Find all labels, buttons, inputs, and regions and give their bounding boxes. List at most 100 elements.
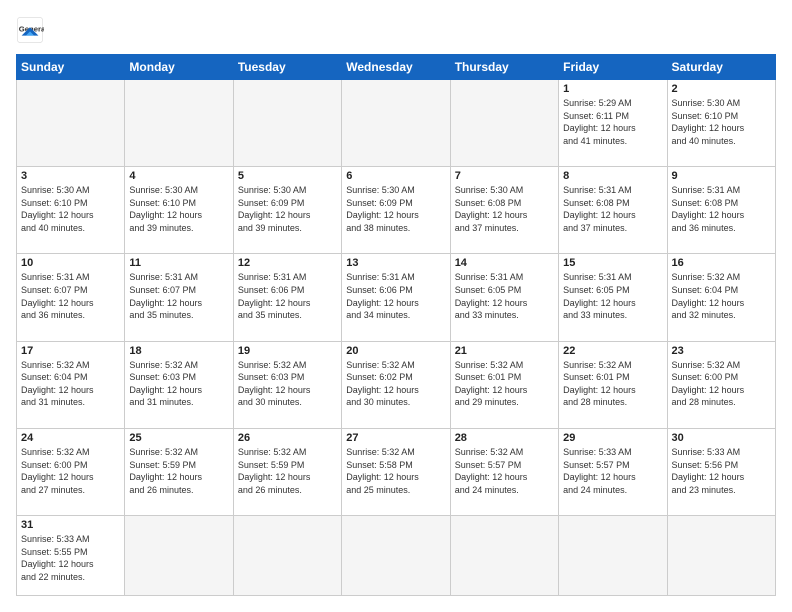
day-number: 15 (563, 257, 662, 269)
day-cell-1: 1Sunrise: 5:29 AM Sunset: 6:11 PM Daylig… (559, 80, 667, 167)
day-cell-15: 15 Sunrise: 5:31 AM Sunset: 6:05 PM Dayli… (559, 254, 667, 341)
day-cell-22: 22 Sunrise: 5:32 AM Sunset: 6:01 PM Dayli… (559, 341, 667, 428)
empty-cell (342, 516, 450, 596)
day-cell-9: 9Sunrise: 5:31 AM Sunset: 6:08 PM Daylig… (667, 167, 775, 254)
day-number: 11 (129, 257, 228, 269)
day-info: Sunrise: 5:32 AM Sunset: 6:01 PM Dayligh… (563, 359, 662, 409)
day-cell-20: 20 Sunrise: 5:32 AM Sunset: 6:02 PM Dayli… (342, 341, 450, 428)
day-number: 3 (21, 170, 120, 182)
day-info: Sunrise: 5:29 AM Sunset: 6:11 PM Dayligh… (563, 97, 662, 147)
day-info: Sunrise: 5:32 AM Sunset: 6:02 PM Dayligh… (346, 359, 445, 409)
day-info: Sunrise: 5:31 AM Sunset: 6:06 PM Dayligh… (346, 271, 445, 321)
day-number: 13 (346, 257, 445, 269)
day-cell-27: 27 Sunrise: 5:32 AM Sunset: 5:58 PM Dayli… (342, 428, 450, 515)
day-info: Sunrise: 5:32 AM Sunset: 6:04 PM Dayligh… (672, 271, 771, 321)
day-cell-6: 6Sunrise: 5:30 AM Sunset: 6:09 PM Daylig… (342, 167, 450, 254)
day-cell-29: 29 Sunrise: 5:33 AM Sunset: 5:57 PM Dayli… (559, 428, 667, 515)
page: General SundayMondayTuesdayWednesdayThur… (0, 0, 792, 612)
empty-cell (233, 80, 341, 167)
day-cell-4: 4 Sunrise: 5:30 AM Sunset: 6:10 PM Daylig… (125, 167, 233, 254)
day-number: 25 (129, 432, 228, 444)
day-info: Sunrise: 5:33 AM Sunset: 5:57 PM Dayligh… (563, 446, 662, 496)
day-number: 17 (21, 345, 120, 357)
empty-cell (450, 516, 558, 596)
empty-cell (17, 80, 125, 167)
day-info: Sunrise: 5:32 AM Sunset: 6:00 PM Dayligh… (21, 446, 120, 496)
day-cell-21: 21 Sunrise: 5:32 AM Sunset: 6:01 PM Dayli… (450, 341, 558, 428)
day-number: 4 (129, 170, 228, 182)
day-number: 2 (672, 83, 771, 95)
weekday-tuesday: Tuesday (233, 55, 341, 80)
weekday-sunday: Sunday (17, 55, 125, 80)
day-cell-18: 18Sunrise: 5:32 AM Sunset: 6:03 PM Dayli… (125, 341, 233, 428)
day-info: Sunrise: 5:31 AM Sunset: 6:05 PM Dayligh… (563, 271, 662, 321)
day-number: 18 (129, 345, 228, 357)
day-info: Sunrise: 5:31 AM Sunset: 6:07 PM Dayligh… (21, 271, 120, 321)
day-info: Sunrise: 5:33 AM Sunset: 5:56 PM Dayligh… (672, 446, 771, 496)
week-row-6: 31 Sunrise: 5:33 AM Sunset: 5:55 PM Dayli… (17, 516, 776, 596)
day-info: Sunrise: 5:33 AM Sunset: 5:55 PM Dayligh… (21, 533, 120, 583)
day-cell-25: 25Sunrise: 5:32 AM Sunset: 5:59 PM Dayli… (125, 428, 233, 515)
empty-cell (233, 516, 341, 596)
day-info: Sunrise: 5:31 AM Sunset: 6:08 PM Dayligh… (672, 184, 771, 234)
day-cell-11: 11 Sunrise: 5:31 AM Sunset: 6:07 PM Dayli… (125, 254, 233, 341)
week-row-1: 1Sunrise: 5:29 AM Sunset: 6:11 PM Daylig… (17, 80, 776, 167)
day-cell-31: 31 Sunrise: 5:33 AM Sunset: 5:55 PM Dayli… (17, 516, 125, 596)
day-info: Sunrise: 5:30 AM Sunset: 6:10 PM Dayligh… (21, 184, 120, 234)
day-number: 8 (563, 170, 662, 182)
logo: General (16, 16, 48, 44)
day-cell-14: 14 Sunrise: 5:31 AM Sunset: 6:05 PM Dayli… (450, 254, 558, 341)
day-info: Sunrise: 5:30 AM Sunset: 6:09 PM Dayligh… (238, 184, 337, 234)
day-cell-13: 13 Sunrise: 5:31 AM Sunset: 6:06 PM Dayli… (342, 254, 450, 341)
day-number: 26 (238, 432, 337, 444)
empty-cell (559, 516, 667, 596)
weekday-monday: Monday (125, 55, 233, 80)
day-info: Sunrise: 5:31 AM Sunset: 6:06 PM Dayligh… (238, 271, 337, 321)
day-info: Sunrise: 5:32 AM Sunset: 5:57 PM Dayligh… (455, 446, 554, 496)
empty-cell (342, 80, 450, 167)
day-cell-10: 10 Sunrise: 5:31 AM Sunset: 6:07 PM Dayli… (17, 254, 125, 341)
week-row-3: 10 Sunrise: 5:31 AM Sunset: 6:07 PM Dayli… (17, 254, 776, 341)
weekday-thursday: Thursday (450, 55, 558, 80)
day-info: Sunrise: 5:31 AM Sunset: 6:05 PM Dayligh… (455, 271, 554, 321)
day-cell-3: 3 Sunrise: 5:30 AM Sunset: 6:10 PM Daylig… (17, 167, 125, 254)
day-info: Sunrise: 5:30 AM Sunset: 6:10 PM Dayligh… (672, 97, 771, 147)
day-cell-7: 7Sunrise: 5:30 AM Sunset: 6:08 PM Daylig… (450, 167, 558, 254)
week-row-4: 17 Sunrise: 5:32 AM Sunset: 6:04 PM Dayli… (17, 341, 776, 428)
week-row-2: 3 Sunrise: 5:30 AM Sunset: 6:10 PM Daylig… (17, 167, 776, 254)
header: General (16, 16, 776, 44)
day-info: Sunrise: 5:32 AM Sunset: 6:03 PM Dayligh… (238, 359, 337, 409)
day-number: 23 (672, 345, 771, 357)
day-number: 22 (563, 345, 662, 357)
day-info: Sunrise: 5:32 AM Sunset: 6:00 PM Dayligh… (672, 359, 771, 409)
day-number: 30 (672, 432, 771, 444)
day-cell-16: 16 Sunrise: 5:32 AM Sunset: 6:04 PM Dayli… (667, 254, 775, 341)
day-number: 29 (563, 432, 662, 444)
empty-cell (125, 516, 233, 596)
day-number: 31 (21, 519, 120, 531)
day-cell-17: 17 Sunrise: 5:32 AM Sunset: 6:04 PM Dayli… (17, 341, 125, 428)
weekday-header-row: SundayMondayTuesdayWednesdayThursdayFrid… (17, 55, 776, 80)
day-number: 14 (455, 257, 554, 269)
day-number: 20 (346, 345, 445, 357)
day-info: Sunrise: 5:32 AM Sunset: 6:04 PM Dayligh… (21, 359, 120, 409)
day-number: 16 (672, 257, 771, 269)
day-info: Sunrise: 5:32 AM Sunset: 5:59 PM Dayligh… (238, 446, 337, 496)
day-cell-19: 19Sunrise: 5:32 AM Sunset: 6:03 PM Dayli… (233, 341, 341, 428)
day-number: 21 (455, 345, 554, 357)
week-row-5: 24Sunrise: 5:32 AM Sunset: 6:00 PM Dayli… (17, 428, 776, 515)
day-number: 10 (21, 257, 120, 269)
day-info: Sunrise: 5:32 AM Sunset: 6:01 PM Dayligh… (455, 359, 554, 409)
day-number: 7 (455, 170, 554, 182)
day-number: 6 (346, 170, 445, 182)
day-info: Sunrise: 5:32 AM Sunset: 5:58 PM Dayligh… (346, 446, 445, 496)
day-info: Sunrise: 5:31 AM Sunset: 6:07 PM Dayligh… (129, 271, 228, 321)
day-number: 28 (455, 432, 554, 444)
day-number: 27 (346, 432, 445, 444)
day-cell-2: 2 Sunrise: 5:30 AM Sunset: 6:10 PM Daylig… (667, 80, 775, 167)
day-info: Sunrise: 5:30 AM Sunset: 6:10 PM Dayligh… (129, 184, 228, 234)
day-number: 5 (238, 170, 337, 182)
day-cell-28: 28 Sunrise: 5:32 AM Sunset: 5:57 PM Dayli… (450, 428, 558, 515)
logo-icon: General (16, 16, 44, 44)
day-number: 12 (238, 257, 337, 269)
